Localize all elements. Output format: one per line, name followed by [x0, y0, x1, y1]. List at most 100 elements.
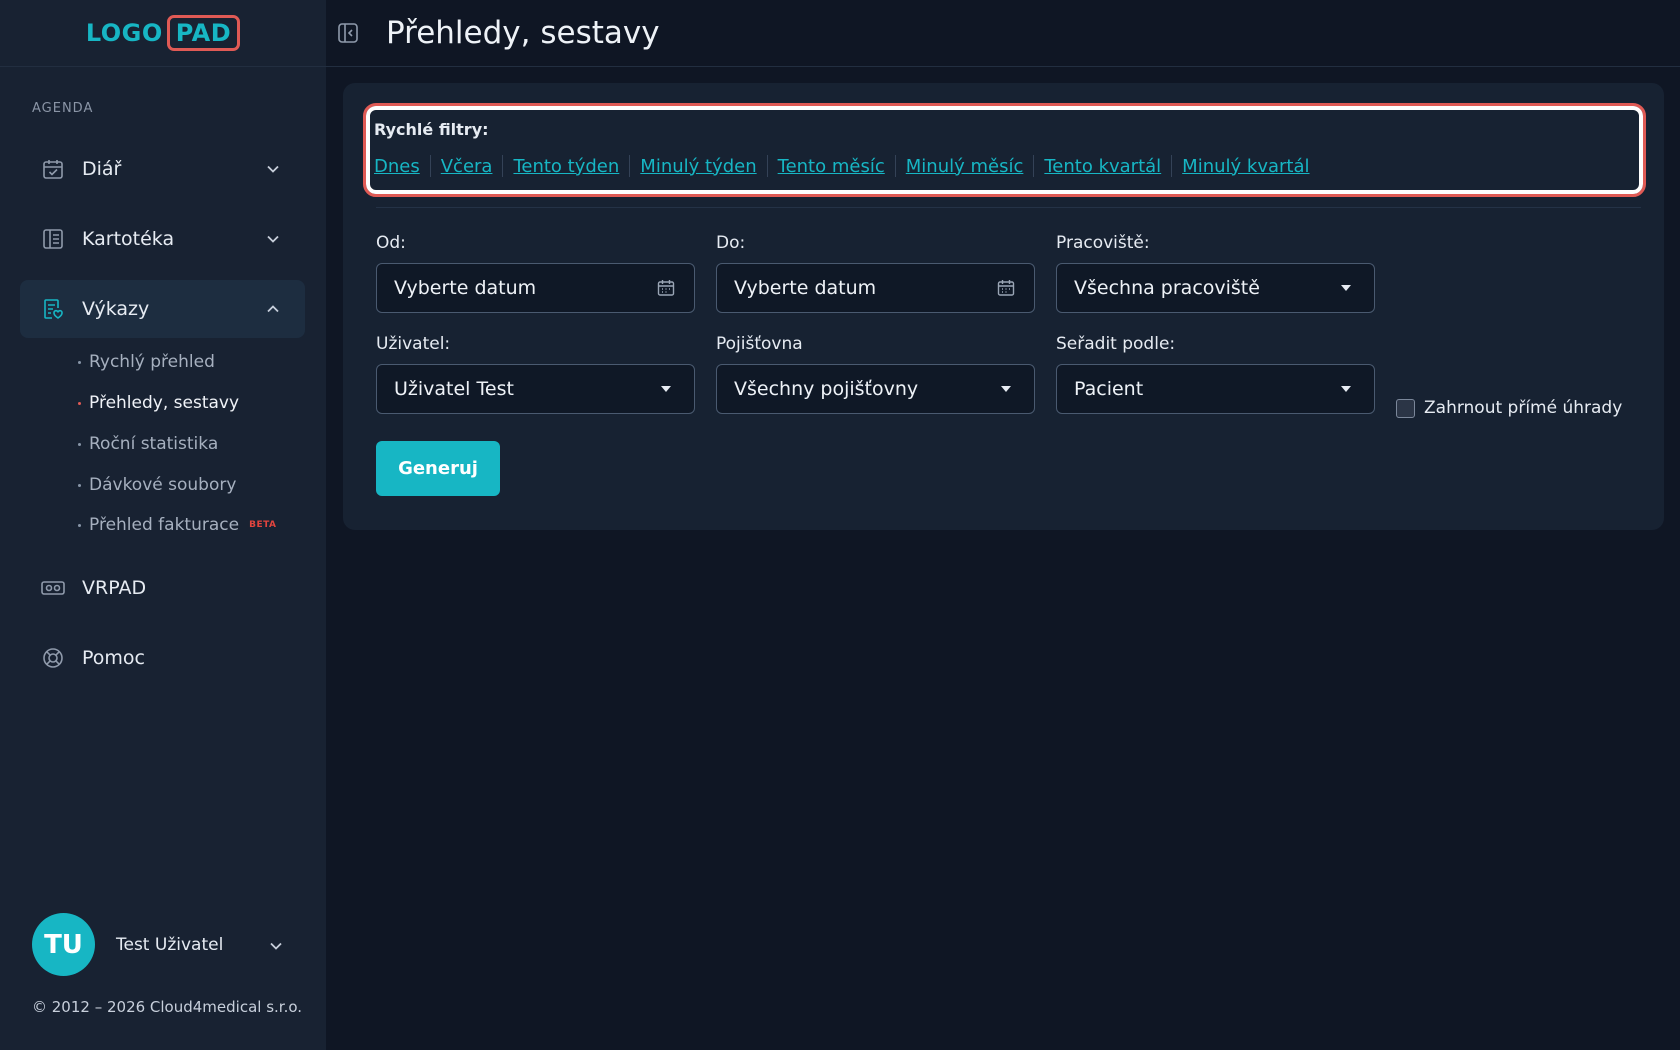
- separator: [629, 155, 631, 177]
- card-file-icon: [40, 226, 66, 252]
- quick-filters: Rychlé filtry: Dnes Včera Tento týden Mi…: [363, 103, 1646, 197]
- insurance-select[interactable]: Všechny pojišťovny: [716, 364, 1035, 414]
- chevron-down-icon: [270, 935, 282, 954]
- sort-select[interactable]: Pacient: [1056, 364, 1375, 414]
- sidebar: LOGO PAD AGENDA Diář Kartotéka Výkazy Ry…: [0, 0, 326, 1050]
- insurance-label: Pojišťovna: [716, 334, 803, 354]
- separator: [1171, 155, 1173, 177]
- sidebar-item-label: VRPAD: [82, 577, 147, 599]
- include-direct-payments-label: Zahrnout přímé úhrady: [1424, 398, 1623, 418]
- sidebar-item-vykazy[interactable]: Výkazy: [20, 280, 305, 338]
- bullet-dot: [78, 442, 81, 446]
- separator: [429, 155, 431, 177]
- insurance-value: Všechny pojišťovny: [734, 378, 919, 400]
- user-name: Test Uživatel: [116, 934, 224, 955]
- sidebar-subitem-label: Přehled fakturace: [89, 515, 240, 535]
- include-direct-payments-option[interactable]: Zahrnout přímé úhrady: [1396, 398, 1622, 418]
- sidebar-item-kartoteka[interactable]: Kartotéka: [20, 210, 305, 268]
- copyright: © 2012 – 2026 Cloud4medical s.r.o.: [32, 998, 303, 1016]
- quick-filter-dnes[interactable]: Dnes: [374, 156, 420, 177]
- sidebar-subitem-label: Rychlý přehled: [89, 352, 215, 372]
- dropdown-caret-icon: [1335, 378, 1357, 400]
- quick-filter-tento-tyden[interactable]: Tento týden: [513, 156, 619, 177]
- dropdown-caret-icon: [1335, 277, 1357, 299]
- bullet-dot: [78, 483, 81, 487]
- sidebar-subitem-rychly-prehled[interactable]: Rychlý přehled: [78, 352, 215, 372]
- logo-text-logo: LOGO: [85, 19, 163, 47]
- separator: [502, 155, 504, 177]
- workplace-field: Pracoviště: Všechna pracoviště: [1056, 233, 1375, 313]
- include-direct-payments-checkbox[interactable]: [1396, 398, 1415, 418]
- separator: [1033, 155, 1035, 177]
- bullet-dot: [78, 401, 81, 405]
- workplace-select[interactable]: Všechna pracoviště: [1056, 263, 1375, 313]
- chevron-down-icon: [261, 157, 285, 181]
- sort-value: Pacient: [1074, 378, 1144, 400]
- dropdown-caret-icon: [655, 378, 677, 400]
- sidebar-item-vrpad[interactable]: VRPAD: [20, 559, 305, 617]
- divider: [376, 207, 1641, 208]
- bullet-dot: [78, 360, 81, 364]
- sort-label: Seřadit podle:: [1056, 334, 1176, 354]
- calendar-check-icon: [40, 156, 66, 182]
- calendar-icon[interactable]: [995, 277, 1017, 299]
- sidebar-subitem-prehledy-sestavy[interactable]: Přehledy, sestavy: [78, 393, 239, 413]
- quick-filters-label: Rychlé filtry:: [374, 120, 489, 139]
- header: Přehledy, sestavy: [326, 0, 1680, 67]
- quick-filter-tento-kvartal[interactable]: Tento kvartál: [1044, 156, 1161, 177]
- insurance-field: Pojišťovna Všechny pojišťovny: [716, 334, 1035, 414]
- chevron-down-icon: [261, 227, 285, 251]
- section-label-agenda: AGENDA: [32, 101, 94, 116]
- beta-badge: BETA: [249, 520, 277, 530]
- generate-button[interactable]: Generuj: [376, 441, 500, 496]
- separator: [894, 155, 896, 177]
- sidebar-subitem-rocni-statistika[interactable]: Roční statistika: [78, 434, 218, 454]
- sidebar-item-pomoc[interactable]: Pomoc: [20, 629, 305, 687]
- logo[interactable]: LOGO PAD: [85, 15, 241, 51]
- report-icon: [40, 296, 66, 322]
- sidebar-item-diar[interactable]: Diář: [20, 140, 305, 198]
- calendar-icon[interactable]: [655, 277, 677, 299]
- user-label: Uživatel:: [376, 334, 451, 354]
- workplace-value: Všechna pracoviště: [1074, 277, 1260, 299]
- workplace-label: Pracoviště:: [1056, 233, 1150, 253]
- quick-filter-vcera[interactable]: Včera: [441, 156, 493, 177]
- sidebar-subitem-label: Přehledy, sestavy: [89, 393, 240, 413]
- vr-headset-icon: [40, 575, 66, 601]
- sidebar-item-label: Pomoc: [82, 647, 145, 669]
- user-value: Uživatel Test: [394, 378, 514, 400]
- sidebar-subitem-label: Roční statistika: [89, 434, 219, 454]
- quick-filter-minuly-tyden[interactable]: Minulý týden: [640, 156, 756, 177]
- dropdown-caret-icon: [995, 378, 1017, 400]
- from-date-label: Od:: [376, 233, 406, 253]
- quick-filter-minuly-kvartal[interactable]: Minulý kvartál: [1182, 156, 1309, 177]
- bullet-dot: [78, 523, 81, 527]
- sort-field: Seřadit podle: Pacient: [1056, 334, 1375, 414]
- to-date-value: Vyberte datum: [734, 277, 877, 299]
- user-select[interactable]: Uživatel Test: [376, 364, 695, 414]
- from-date-value: Vyberte datum: [394, 277, 537, 299]
- logo-text-pad: PAD: [166, 15, 241, 51]
- from-date-field: Od: Vyberte datum: [376, 233, 695, 313]
- sidebar-subitem-prehled-fakturace[interactable]: Přehled fakturace BETA: [78, 515, 277, 535]
- user-menu[interactable]: TU Test Uživatel: [32, 913, 292, 976]
- user-field: Uživatel: Uživatel Test: [376, 334, 695, 414]
- sidebar-collapse-icon[interactable]: [334, 19, 362, 47]
- logo-area: LOGO PAD: [0, 0, 326, 67]
- avatar: TU: [32, 913, 95, 976]
- sidebar-item-label: Kartotéka: [82, 228, 175, 250]
- report-filter-card: Rychlé filtry: Dnes Včera Tento týden Mi…: [343, 83, 1664, 530]
- separator: [766, 155, 768, 177]
- quick-filter-tento-mesic[interactable]: Tento měsíc: [778, 156, 885, 177]
- sidebar-subitem-label: Dávkové soubory: [89, 475, 237, 495]
- sidebar-subitem-davkove-soubory[interactable]: Dávkové soubory: [78, 475, 236, 495]
- chevron-up-icon: [261, 297, 285, 321]
- sidebar-item-label: Výkazy: [82, 298, 150, 320]
- quick-filter-links: Dnes Včera Tento týden Minulý týden Tent…: [374, 155, 1639, 177]
- from-date-input[interactable]: Vyberte datum: [376, 263, 695, 313]
- page-title: Přehledy, sestavy: [386, 15, 660, 51]
- quick-filter-minuly-mesic[interactable]: Minulý měsíc: [906, 156, 1024, 177]
- to-date-input[interactable]: Vyberte datum: [716, 263, 1035, 313]
- lifebuoy-icon: [40, 645, 66, 671]
- to-date-label: Do:: [716, 233, 746, 253]
